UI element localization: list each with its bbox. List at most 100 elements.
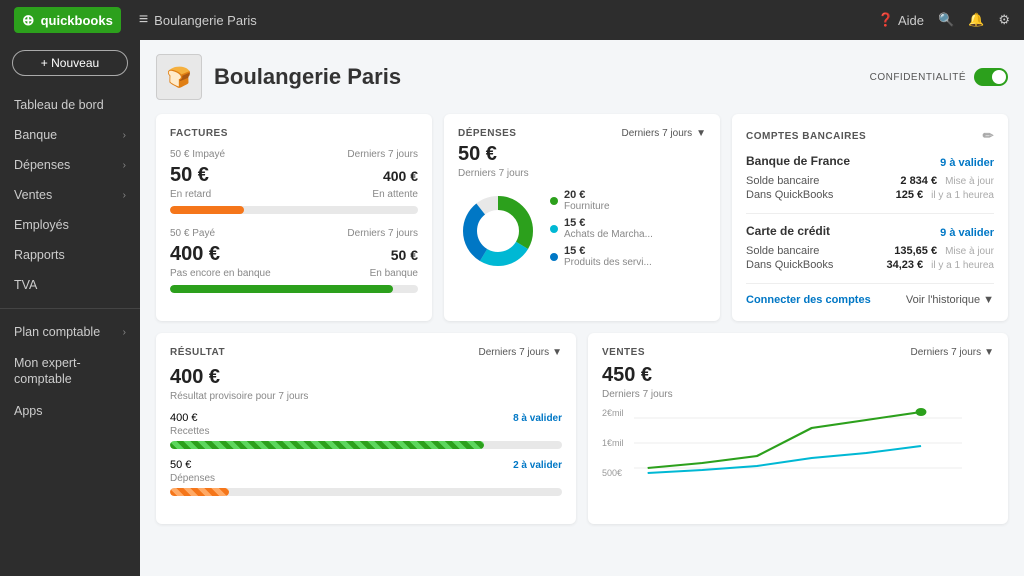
chart-label-2: 1€mil xyxy=(602,438,624,448)
sidebar-item-tableau[interactable]: Tableau de bord xyxy=(0,90,140,120)
sidebar-item-expert[interactable]: Mon expert-comptable xyxy=(0,347,140,396)
legend-dot-1 xyxy=(550,197,558,205)
depenses-body: 20 € Fourniture 15 € Achats de Marcha... xyxy=(458,189,706,273)
new-button[interactable]: + Nouveau xyxy=(12,50,128,76)
history-button[interactable]: Voir l'historique ▼ xyxy=(906,294,994,306)
depenses-card: DÉPENSES Derniers 7 jours ▼ 50 € Dernier… xyxy=(444,114,720,321)
bank2-solde-row: Solde bancaire 135,65 € Mise à jour xyxy=(746,245,994,257)
depenses-fill xyxy=(170,488,229,496)
ventes-header: VENTES Derniers 7 jours ▼ xyxy=(602,347,994,358)
resultat-header: RÉSULTAT Derniers 7 jours ▼ xyxy=(170,347,562,358)
search-button[interactable]: 🔍 xyxy=(938,12,954,28)
logo-text: quickbooks xyxy=(41,13,113,28)
bank2-qb-row: Dans QuickBooks 34,23 € il y a 1 heurea xyxy=(746,259,994,271)
sidebar-item-plan[interactable]: Plan comptable › xyxy=(0,317,140,347)
comptes-card: COMPTES BANCAIRES ✏ Banque de France 9 à… xyxy=(732,114,1008,321)
resultat-period[interactable]: Derniers 7 jours ▼ xyxy=(479,347,563,358)
nav-title: ≡ Boulangerie Paris xyxy=(139,11,257,29)
confidentiality-toggle[interactable] xyxy=(974,68,1008,86)
ventes-card: VENTES Derniers 7 jours ▼ 450 € Derniers… xyxy=(588,333,1008,524)
impaye-amount-right: 400 € xyxy=(383,168,418,184)
hamburger-icon[interactable]: ≡ xyxy=(139,11,148,29)
paye-amount-right: 50 € xyxy=(391,247,418,263)
sidebar-item-employes[interactable]: Employés xyxy=(0,210,140,240)
bank2-section: Carte de crédit 9 à valider Solde bancai… xyxy=(746,224,994,284)
legend-amount-1: 20 € xyxy=(564,189,610,201)
legend-item-3: 15 € Produits des servi... xyxy=(550,245,706,268)
company-info: 🍞 Boulangerie Paris xyxy=(156,54,401,100)
paye-amount-left: 400 € xyxy=(170,243,220,266)
resultat-sub: Résultat provisoire pour 7 jours xyxy=(170,391,562,402)
bank2-validate[interactable]: 9 à valider xyxy=(940,227,994,239)
app-body: + Nouveau Tableau de bord Banque › Dépen… xyxy=(0,40,1024,576)
chevron-right-icon: › xyxy=(123,160,126,171)
confidentiality-row: CONFIDENTIALITÉ xyxy=(870,68,1008,86)
chart-label-3: 500€ xyxy=(602,468,624,478)
ventes-title: VENTES xyxy=(602,347,645,358)
quickbooks-logo[interactable]: ⊕ quickbooks xyxy=(14,7,121,33)
legend-label-2: Achats de Marcha... xyxy=(564,229,653,240)
legend-dot-3 xyxy=(550,253,558,261)
ventes-line-chart-svg xyxy=(602,408,962,478)
impaye-label: 50 € Impayé Derniers 7 jours xyxy=(170,149,418,160)
legend-label-1: Fourniture xyxy=(564,201,610,212)
resultat-amount: 400 € xyxy=(170,366,562,389)
recettes-row: 400 € 8 à valider xyxy=(170,412,562,424)
sidebar-item-apps[interactable]: Apps xyxy=(0,396,140,426)
chart-label-1: 2€mil xyxy=(602,408,624,418)
sidebar-item-banque[interactable]: Banque › xyxy=(0,120,140,150)
confidentiality-label: CONFIDENTIALITÉ xyxy=(870,72,966,83)
chevron-down-icon: ▼ xyxy=(552,347,562,358)
depenses-label: Dépenses xyxy=(170,473,562,484)
recettes-amount: 400 € xyxy=(170,412,198,424)
legend-item-1: 20 € Fourniture xyxy=(550,189,706,212)
bank1-solde-row: Solde bancaire 2 834 € Mise à jour xyxy=(746,175,994,187)
recettes-label: Recettes xyxy=(170,426,562,437)
paye-progress xyxy=(170,285,418,293)
ventes-chart: 2€mil 1€mil 500€ xyxy=(602,408,994,478)
chart-labels: 2€mil 1€mil 500€ xyxy=(602,408,624,478)
qb-icon: ⊕ xyxy=(22,11,35,29)
sidebar-item-depenses[interactable]: Dépenses › xyxy=(0,150,140,180)
chevron-down-icon: ▼ xyxy=(984,347,994,358)
impaye-labels: En retard En attente xyxy=(170,189,418,200)
recettes-validate[interactable]: 8 à valider xyxy=(513,413,562,424)
sidebar-divider xyxy=(0,308,140,309)
nav-actions: ❓ Aide 🔍 🔔 ⚙ xyxy=(878,12,1010,28)
depenses-amount: 50 € xyxy=(458,143,706,166)
depenses-validate[interactable]: 2 à valider xyxy=(513,460,562,471)
main-content: 🍞 Boulangerie Paris CONFIDENTIALITÉ FACT… xyxy=(140,40,1024,576)
chevron-down-icon: ▼ xyxy=(696,128,706,139)
top-navigation: ⊕ quickbooks ≡ Boulangerie Paris ❓ Aide … xyxy=(0,0,1024,40)
bell-button[interactable]: 🔔 xyxy=(968,12,984,28)
bank1-validate[interactable]: 9 à valider xyxy=(940,157,994,169)
ventes-period[interactable]: Derniers 7 jours ▼ xyxy=(911,347,995,358)
page-header: 🍞 Boulangerie Paris CONFIDENTIALITÉ xyxy=(156,54,1008,100)
sidebar-item-tva[interactable]: TVA xyxy=(0,270,140,300)
depenses-sub-period: Derniers 7 jours xyxy=(458,168,706,179)
company-logo: 🍞 xyxy=(156,54,202,100)
recettes-progress xyxy=(170,441,562,449)
factures-title: FACTURES xyxy=(170,128,418,139)
connect-button[interactable]: Connecter des comptes xyxy=(746,294,871,306)
impaye-amounts: 50 € 400 € xyxy=(170,164,418,187)
bank2-name: Carte de crédit xyxy=(746,224,830,238)
chevron-right-icon: › xyxy=(123,327,126,338)
paye-labels: Pas encore en banque En banque xyxy=(170,268,418,279)
settings-button[interactable]: ⚙ xyxy=(998,12,1010,28)
bank1-section: Banque de France 9 à valider Solde banca… xyxy=(746,154,994,214)
paye-label: 50 € Payé Derniers 7 jours xyxy=(170,228,418,239)
comptes-title: COMPTES BANCAIRES ✏ xyxy=(746,128,994,144)
chevron-down-icon: ▼ xyxy=(983,294,994,306)
help-button[interactable]: ❓ Aide xyxy=(878,12,924,28)
resultat-card: RÉSULTAT Derniers 7 jours ▼ 400 € Résult… xyxy=(156,333,576,524)
edit-icon[interactable]: ✏ xyxy=(983,128,994,144)
depenses-legend: 20 € Fourniture 15 € Achats de Marcha... xyxy=(550,189,706,273)
resultat-title: RÉSULTAT xyxy=(170,347,225,358)
legend-label-3: Produits des servi... xyxy=(564,257,652,268)
sidebar-item-ventes[interactable]: Ventes › xyxy=(0,180,140,210)
chevron-right-icon: › xyxy=(123,130,126,141)
cards-grid: FACTURES 50 € Impayé Derniers 7 jours 50… xyxy=(156,114,1008,321)
sidebar-item-rapports[interactable]: Rapports xyxy=(0,240,140,270)
depenses-period[interactable]: Derniers 7 jours ▼ xyxy=(622,128,707,139)
